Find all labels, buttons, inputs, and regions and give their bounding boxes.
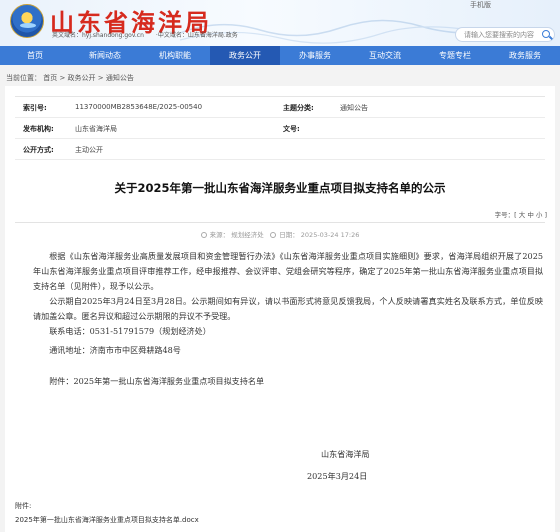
meta-row-index: 索引号: 11370000MB2853648E/2025-00540 主题分类:…: [15, 97, 545, 118]
article-source: 来源： 规划经济处: [209, 231, 264, 239]
site-header: 山东省海洋局 英文域名：hyj.shandong.gov.cn ·中文域名：山东…: [0, 0, 560, 46]
nav-services[interactable]: 办事服务: [280, 46, 350, 65]
contact-phone: 联系电话：0531-51791579（规划经济处）: [49, 326, 211, 336]
article-title: 关于2025年第一批山东省海洋服务业重点项目拟支持名单的公示: [114, 181, 446, 195]
font-size-switch[interactable]: 字号：[ 大 中 小 ]: [495, 209, 547, 219]
meta-row-open: 公开方式: 主动公开: [15, 139, 545, 160]
index-value: 11370000MB2853648E/2025-00540: [75, 103, 203, 111]
emblem-logo: [10, 4, 44, 38]
mobile-version-link[interactable]: 手机版: [470, 0, 491, 10]
source-icon: [200, 232, 207, 238]
divider: [15, 222, 545, 223]
attachment-note: 附件：2025年第一批山东省海洋服务业重点项目拟支持名单: [49, 376, 265, 386]
category-label: 主题分类:: [283, 104, 314, 112]
search-placeholder: 请输入您要搜索的内容: [464, 31, 534, 39]
org-label: 发布机构:: [23, 125, 54, 133]
org-value: 山东省海洋局: [75, 125, 117, 133]
nav-org[interactable]: 机构职能: [140, 46, 210, 65]
meta-row-org: 发布机构: 山东省海洋局 文号:: [15, 118, 545, 139]
doc-label: 文号:: [283, 125, 300, 133]
main-nav: 首页 新闻动态 机构职能 政务公开 办事服务 互动交流 专题专栏 政务服务: [0, 46, 560, 65]
nav-gov-services[interactable]: 政务服务: [490, 46, 560, 65]
category-value: 通知公告: [340, 104, 368, 112]
content-card: 索引号: 11370000MB2853648E/2025-00540 主题分类:…: [5, 86, 555, 532]
index-label: 索引号:: [23, 104, 47, 112]
nav-home[interactable]: 首页: [0, 46, 70, 65]
article-body: 根据《山东省海洋服务业高质量发展项目和资金管理暂行办法》《山东省海洋服务业重点项…: [33, 249, 543, 389]
nav-topics[interactable]: 专题专栏: [420, 46, 490, 65]
attachment-link[interactable]: 2025年第一批山东省海洋服务业重点项目拟支持名单.docx: [15, 515, 199, 525]
paragraph-1: 根据《山东省海洋服务业高质量发展项目和资金管理暂行办法》《山东省海洋服务业重点项…: [33, 251, 543, 291]
article-info: 来源： 规划经济处 日期： 2025-03-24 17:26: [5, 229, 555, 239]
sign-date: 2025年3月24日: [307, 471, 368, 481]
search-icon[interactable]: [542, 30, 550, 38]
contact-address: 通讯地址：济南市市中区舜耕路48号: [49, 345, 181, 355]
date-icon: [270, 232, 277, 238]
nav-news[interactable]: 新闻动态: [70, 46, 140, 65]
nav-gov-open[interactable]: 政务公开: [210, 46, 280, 65]
nav-interaction[interactable]: 互动交流: [350, 46, 420, 65]
article-date: 日期： 2025-03-24 17:26: [279, 231, 360, 239]
breadcrumb[interactable]: 当前位置： 首页 > 政务公开 > 通知公告: [6, 73, 134, 83]
paragraph-2: 公示期自2025年3月24日至3月28日。公示期间如有异议，请以书面形式将意见反…: [33, 296, 543, 321]
site-domain-info: 英文域名：hyj.shandong.gov.cn ·中文域名：山东省海洋局.政务: [52, 32, 238, 39]
attachment-label: 附件:: [15, 502, 32, 510]
search-input[interactable]: 请输入您要搜索的内容: [455, 27, 555, 42]
open-label: 公开方式:: [23, 146, 54, 154]
signer: 山东省海洋局: [321, 449, 370, 459]
meta-table: 索引号: 11370000MB2853648E/2025-00540 主题分类:…: [15, 96, 545, 160]
open-value: 主动公开: [75, 146, 103, 154]
